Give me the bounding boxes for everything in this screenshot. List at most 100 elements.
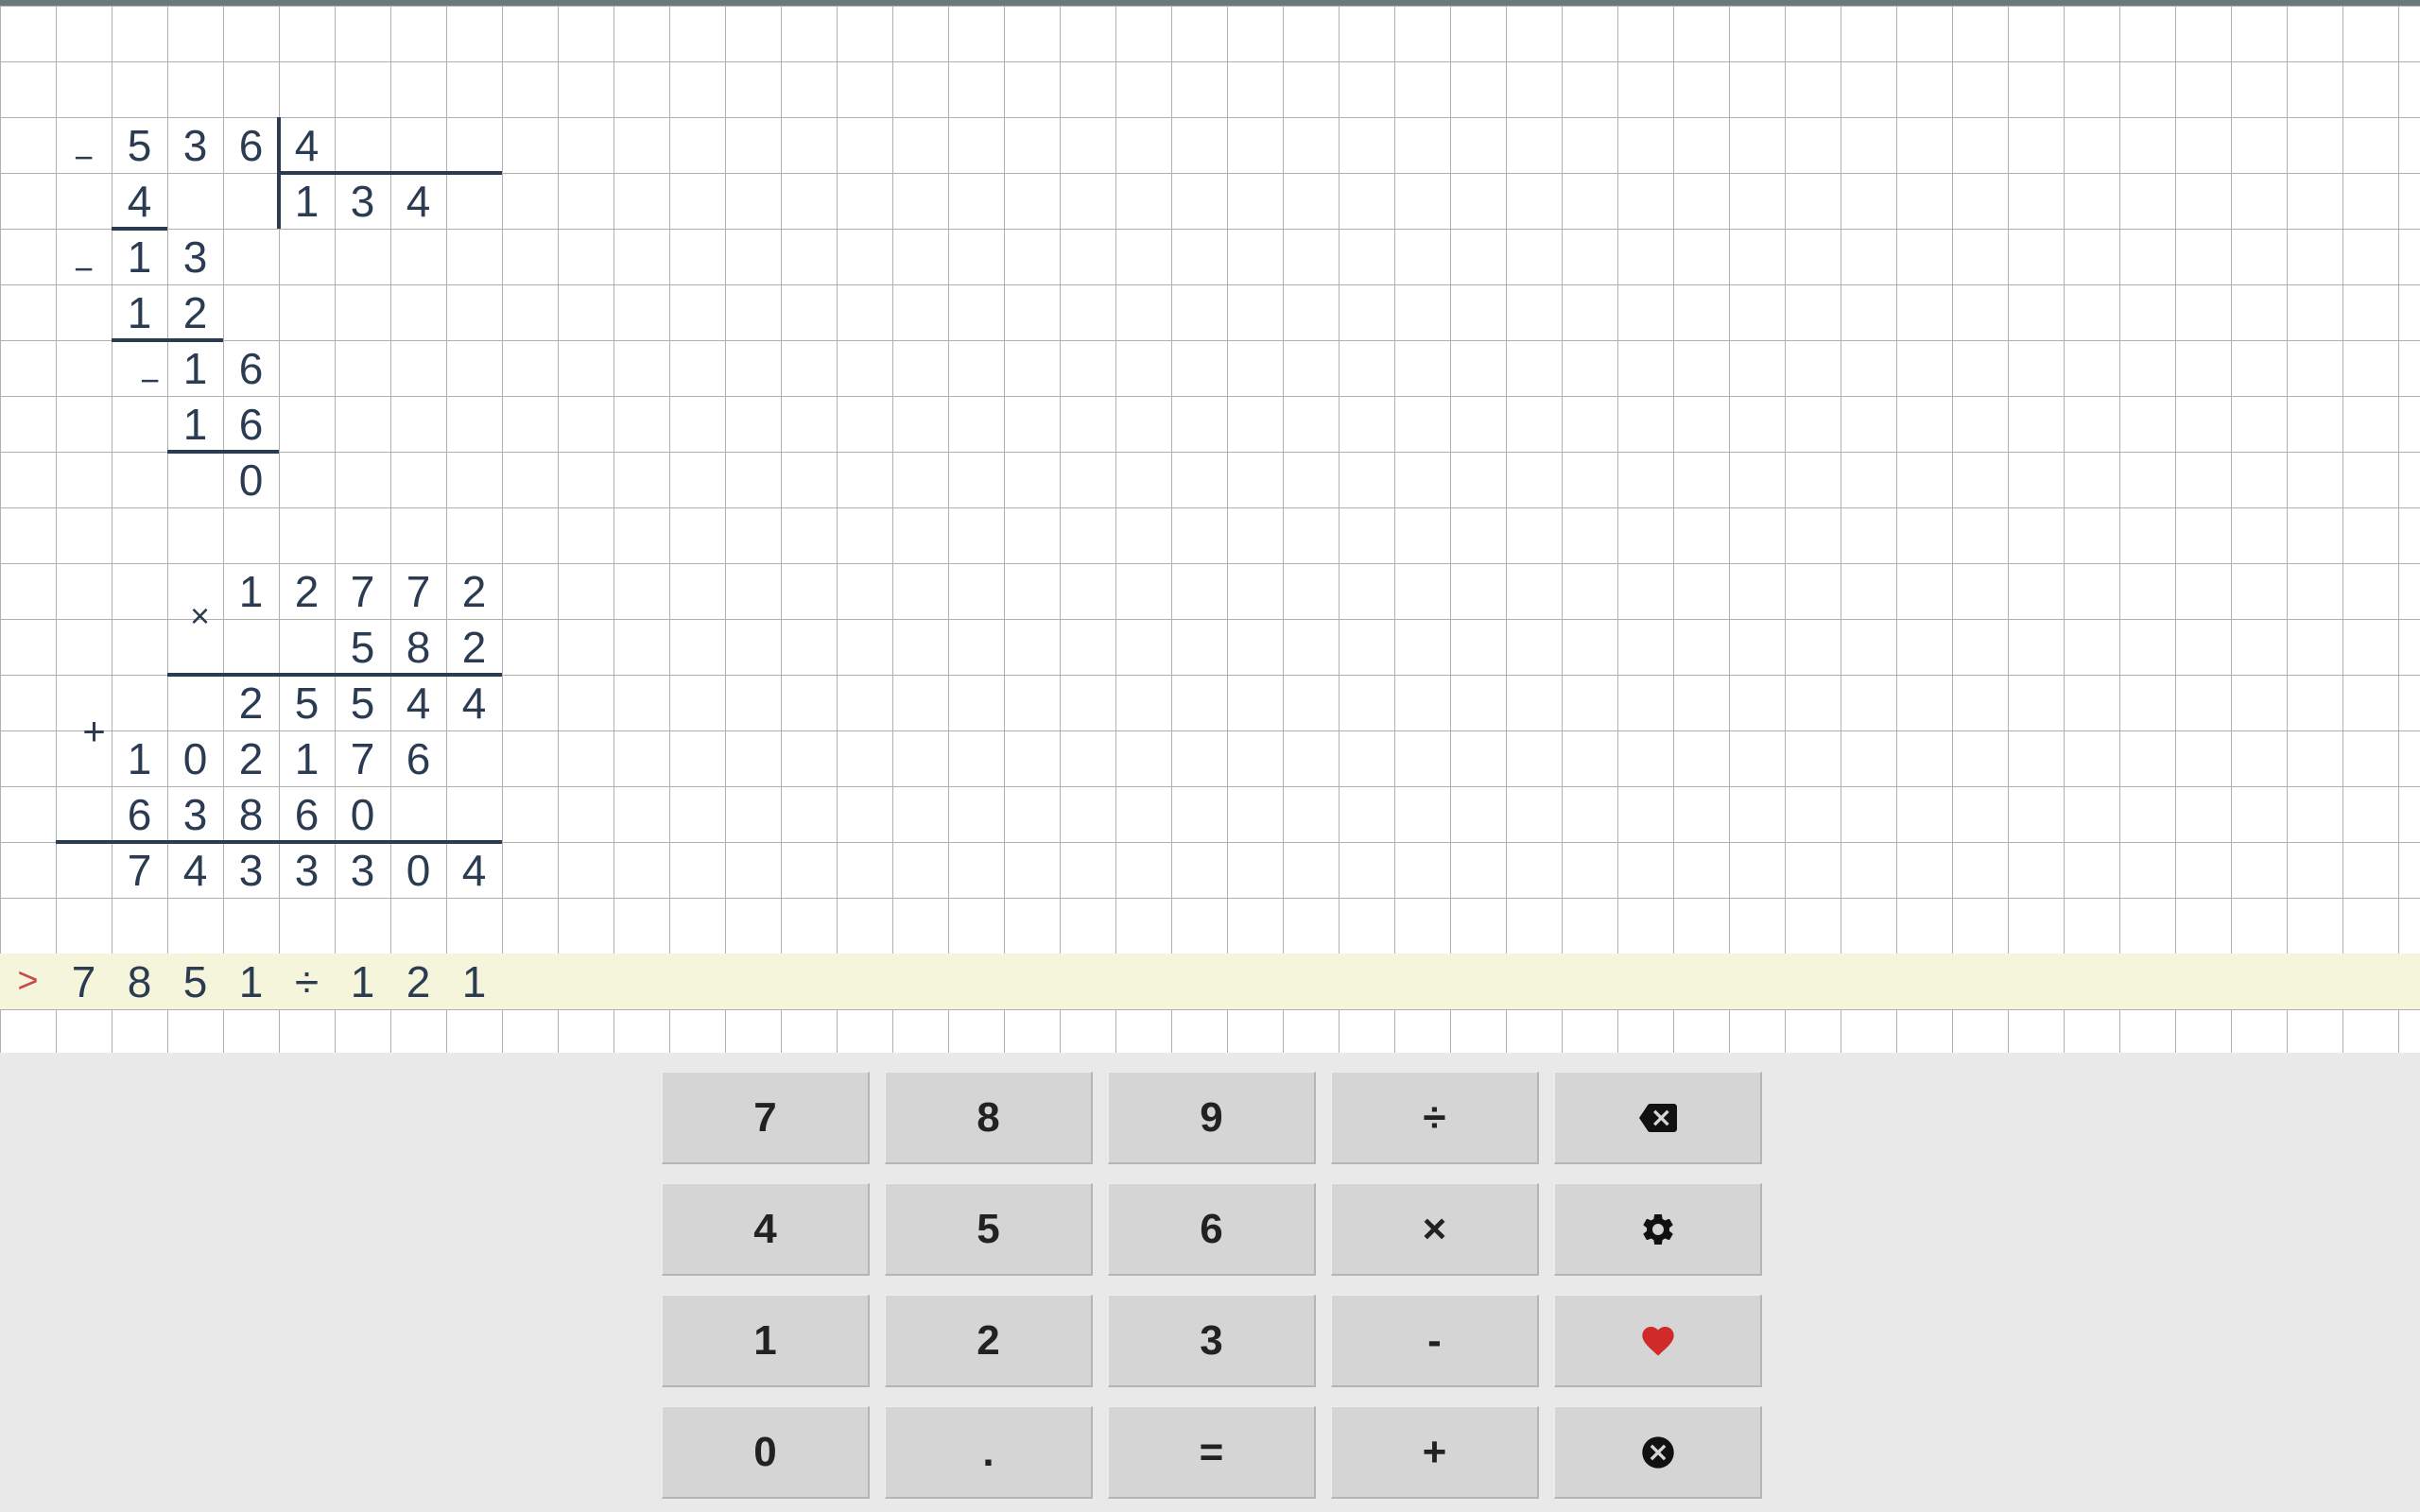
key-plus[interactable]: +: [1331, 1406, 1539, 1499]
input-ch-3: 5: [167, 954, 223, 1009]
keypad: 7 8 9 ÷ 4 5 6 × 1 2 3 - 0 . = +: [0, 1053, 2420, 1512]
key-5[interactable]: 5: [885, 1183, 1093, 1276]
mult-p2-4: 1: [279, 730, 335, 786]
mult-p3-5: 0: [335, 786, 390, 842]
mult-a5: 2: [446, 563, 502, 619]
key-label: 1: [753, 1317, 776, 1365]
calculation-grid: 5 3 6 4 1 3 4 − 4 1 3 − 1 2 1 6 − 1 6 0 …: [0, 6, 2420, 1053]
key-1[interactable]: 1: [662, 1295, 870, 1387]
key-dot[interactable]: .: [885, 1406, 1093, 1499]
mult-a3: 7: [335, 563, 390, 619]
key-equals[interactable]: =: [1108, 1406, 1316, 1499]
key-clear[interactable]: [1554, 1406, 1762, 1499]
mult-p2-5: 7: [335, 730, 390, 786]
div-sub1: 4: [112, 173, 167, 229]
div-remainder: 0: [223, 452, 279, 507]
dividend-d2: 3: [167, 117, 223, 173]
div-sub2a: 1: [112, 284, 167, 340]
div-sub2b: 2: [167, 284, 223, 340]
mult-p2-6: 6: [390, 730, 446, 786]
mult-p2-1: 1: [112, 730, 167, 786]
input-ch-4: 1: [223, 954, 279, 1009]
key-minus[interactable]: -: [1331, 1295, 1539, 1387]
key-divide[interactable]: ÷: [1331, 1072, 1539, 1164]
mult-b1: 5: [335, 619, 390, 675]
clear-icon: [1639, 1434, 1677, 1471]
backspace-icon: [1639, 1099, 1677, 1137]
key-backspace[interactable]: [1554, 1072, 1762, 1164]
minus-1: −: [56, 129, 112, 185]
key-label: -: [1427, 1317, 1442, 1365]
mult-b3: 2: [446, 619, 502, 675]
mult-r6: 0: [390, 842, 446, 898]
mult-op: ×: [172, 588, 228, 644]
mult-p3-2: 3: [167, 786, 223, 842]
quotient-d1: 1: [279, 173, 335, 229]
input-ch-5: ÷: [279, 954, 335, 1009]
input-ch-2: 8: [112, 954, 167, 1009]
key-label: 0: [753, 1429, 776, 1476]
key-8[interactable]: 8: [885, 1072, 1093, 1164]
input-ch-7: 2: [390, 954, 446, 1009]
input-prompt: >: [0, 954, 56, 1009]
div-sub3a: 1: [167, 396, 223, 452]
key-label: 2: [977, 1317, 999, 1365]
key-3[interactable]: 3: [1108, 1295, 1316, 1387]
key-label: 5: [977, 1206, 999, 1253]
input-ch-8: 1: [446, 954, 502, 1009]
mult-p1-4: 4: [390, 675, 446, 730]
key-label: 3: [1200, 1317, 1222, 1365]
div-rem1b: 3: [167, 229, 223, 284]
key-label: 8: [977, 1094, 999, 1142]
mult-p3-4: 6: [279, 786, 335, 842]
mult-p2-2: 0: [167, 730, 223, 786]
key-label: 7: [753, 1094, 776, 1142]
mult-r3: 3: [223, 842, 279, 898]
key-label: 4: [753, 1206, 776, 1253]
minus-2: −: [56, 241, 112, 297]
mult-r5: 3: [335, 842, 390, 898]
div-sub3b: 6: [223, 396, 279, 452]
mult-p3-1: 6: [112, 786, 167, 842]
key-label: +: [1423, 1429, 1447, 1476]
mult-r4: 3: [279, 842, 335, 898]
mult-b2: 8: [390, 619, 446, 675]
mult-r1: 7: [112, 842, 167, 898]
mult-r7: 4: [446, 842, 502, 898]
mult-p1-2: 5: [279, 675, 335, 730]
key-6[interactable]: 6: [1108, 1183, 1316, 1276]
key-label: ×: [1423, 1206, 1447, 1253]
key-7[interactable]: 7: [662, 1072, 870, 1164]
key-multiply[interactable]: ×: [1331, 1183, 1539, 1276]
mult-p3-3: 8: [223, 786, 279, 842]
gear-icon: [1639, 1211, 1677, 1248]
key-label: 6: [1200, 1206, 1222, 1253]
key-label: =: [1200, 1429, 1224, 1476]
mult-a2: 2: [279, 563, 335, 619]
mult-p1-5: 4: [446, 675, 502, 730]
mult-a4: 7: [390, 563, 446, 619]
div-rem1a: 1: [112, 229, 167, 284]
key-label: 9: [1200, 1094, 1222, 1142]
mult-p1-1: 2: [223, 675, 279, 730]
dividend-d3: 6: [223, 117, 279, 173]
input-ch-1: 7: [56, 954, 112, 1009]
key-2[interactable]: 2: [885, 1295, 1093, 1387]
input-ch-6: 1: [335, 954, 390, 1009]
heart-icon: [1639, 1322, 1677, 1360]
key-settings[interactable]: [1554, 1183, 1762, 1276]
key-favorite[interactable]: [1554, 1295, 1762, 1387]
quotient-d3: 4: [390, 173, 446, 229]
div-rem2b: 6: [223, 340, 279, 396]
key-label: .: [982, 1429, 994, 1476]
mult-p1-3: 5: [335, 675, 390, 730]
key-4[interactable]: 4: [662, 1183, 870, 1276]
dividend-d1: 5: [112, 117, 167, 173]
quotient-d2: 3: [335, 173, 390, 229]
mult-r2: 4: [167, 842, 223, 898]
key-label: ÷: [1423, 1094, 1445, 1142]
key-0[interactable]: 0: [662, 1406, 870, 1499]
mult-p2-3: 2: [223, 730, 279, 786]
key-9[interactable]: 9: [1108, 1072, 1316, 1164]
divisor-d1: 4: [279, 117, 335, 173]
